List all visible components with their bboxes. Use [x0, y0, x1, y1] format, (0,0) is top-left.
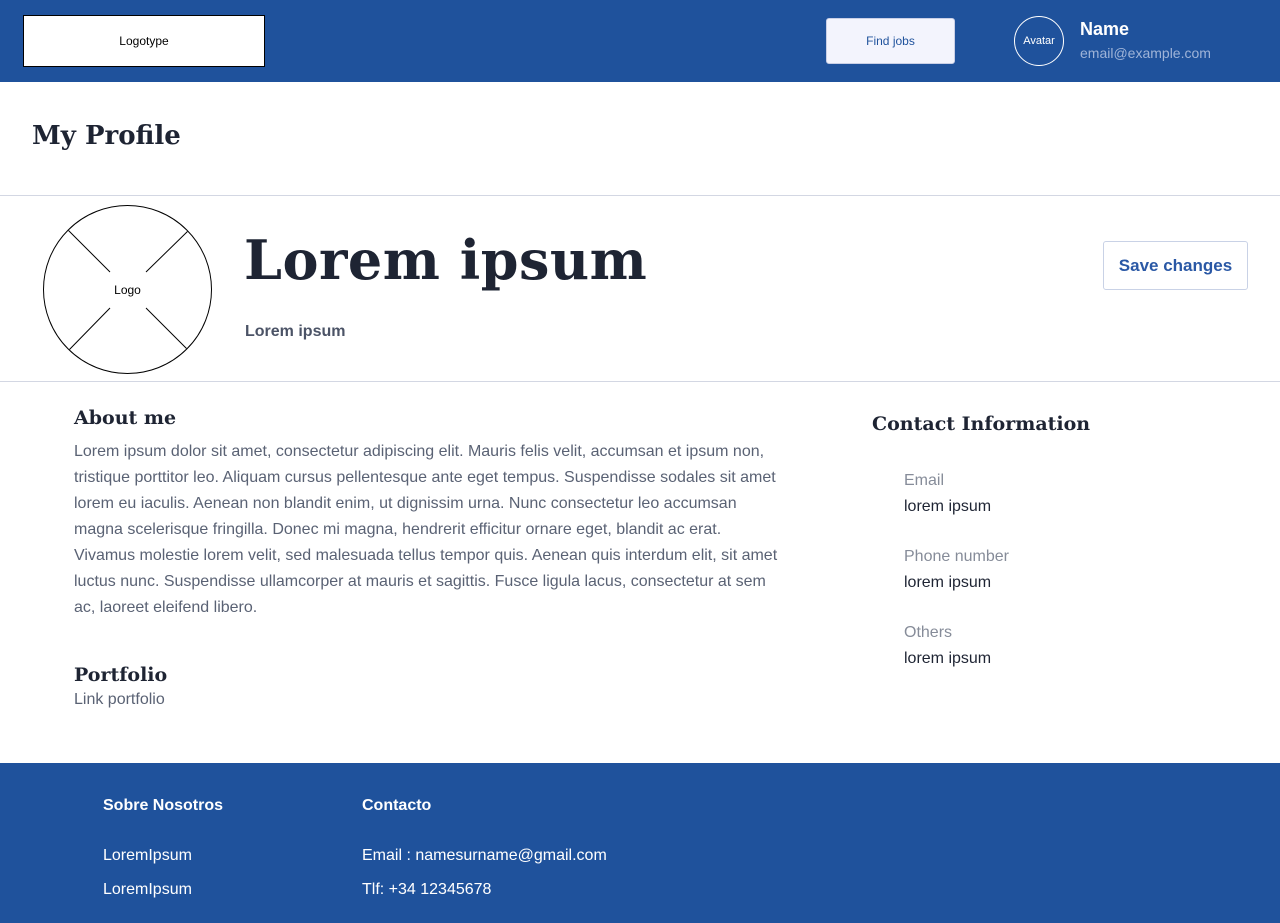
save-changes-button[interactable]: Save changes: [1103, 241, 1248, 290]
contact-info-heading: Contact Information: [872, 413, 1091, 435]
portfolio-link[interactable]: Link portfolio: [74, 691, 165, 709]
find-jobs-button[interactable]: Find jobs: [826, 18, 955, 64]
footer-about-heading: Sobre Nosotros: [103, 797, 224, 814]
portfolio-heading: Portfolio: [74, 664, 168, 686]
contact-others-label: Others: [904, 624, 953, 641]
footer-about-link[interactable]: LoremIpsum: [103, 847, 192, 865]
profile-logo-label: Logo: [114, 282, 141, 297]
user-name: Name: [1080, 19, 1130, 39]
contact-email-label: Email: [904, 472, 945, 489]
profile-logo-placeholder[interactable]: Logo: [43, 205, 212, 374]
about-me-heading: About me: [74, 407, 177, 429]
contact-others-value: lorem ipsum: [904, 650, 992, 667]
footer-about-link[interactable]: LoremIpsum: [103, 881, 192, 899]
about-me-text: Lorem ipsum dolor sit amet, consectetur …: [74, 443, 778, 616]
divider: [0, 381, 1280, 382]
footer-contact-email: Email : namesurname@gmail.com: [362, 847, 607, 864]
profile-name: Lorem ipsum: [244, 228, 648, 292]
footer-contact-phone: Tlf: +34 12345678: [362, 881, 492, 898]
user-email: email@example.com: [1080, 45, 1211, 61]
contact-phone-label: Phone number: [904, 548, 1009, 565]
logotype[interactable]: Logotype: [23, 15, 265, 67]
footer-contact-heading: Contacto: [362, 797, 432, 814]
top-navbar: Logotype Find jobs Avatar Name email@exa…: [0, 0, 1280, 82]
contact-email-value: lorem ipsum: [904, 498, 992, 515]
footer: Sobre Nosotros LoremIpsum LoremIpsum Con…: [0, 763, 1280, 923]
page-title: My Profile: [32, 121, 181, 151]
avatar[interactable]: Avatar: [1014, 16, 1064, 66]
divider: [0, 195, 1280, 196]
profile-subtitle: Lorem ipsum: [245, 323, 346, 340]
contact-phone-value: lorem ipsum: [904, 574, 992, 591]
